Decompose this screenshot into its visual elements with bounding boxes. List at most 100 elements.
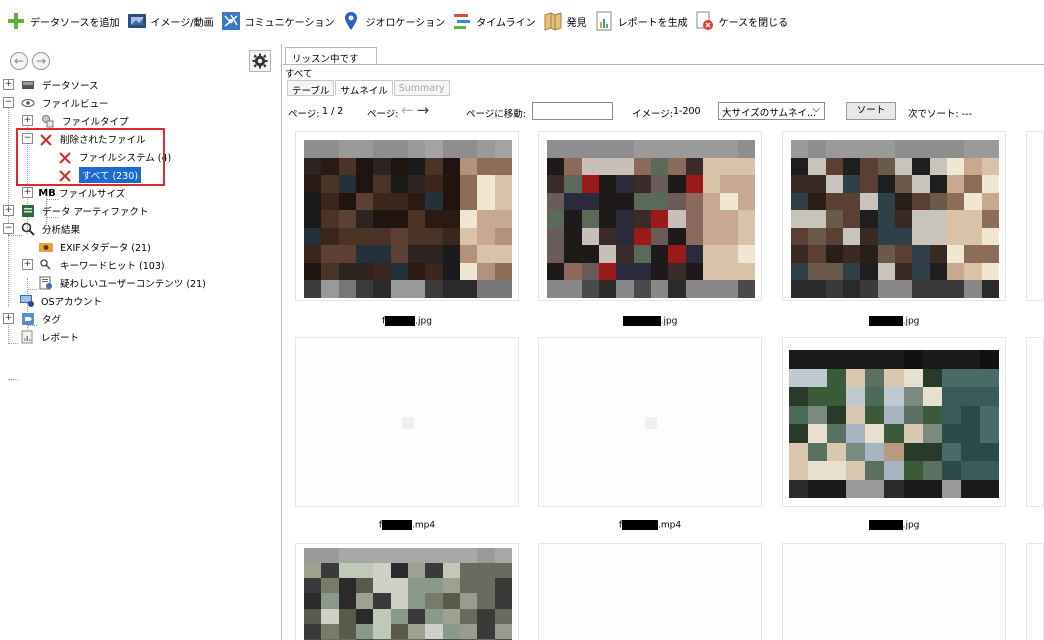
tree-item-label: データソース [42, 81, 99, 92]
thumbnail-image [304, 548, 512, 640]
discovery-button[interactable]: 発見 [543, 6, 587, 36]
arrow-left-icon: ← [13, 54, 25, 68]
os-account-icon [19, 294, 35, 308]
image-video-icon [127, 11, 147, 31]
expand-toggle[interactable]: + [3, 313, 14, 324]
results-tab[interactable]: リッスン中です [285, 47, 377, 65]
suspicious-content-icon [38, 276, 54, 290]
images-videos-button[interactable]: イメージ/動画 [127, 6, 214, 36]
goto-page-label: ページに移動: [466, 109, 527, 120]
tree-item-analysis-results[interactable]: − 分析結果 [0, 220, 80, 238]
tree-item-label: 分析結果 [42, 225, 81, 236]
thumbnail-size-value: 大サイズのサムネイ... [722, 108, 817, 119]
expand-toggle[interactable]: + [22, 115, 33, 126]
tree-item-tags[interactable]: + タグ [0, 310, 61, 328]
artifact-icon [20, 204, 36, 218]
thumbnail-card[interactable] [295, 543, 519, 640]
expand-toggle[interactable]: + [22, 187, 33, 198]
tree-settings-button[interactable] [249, 50, 271, 72]
expand-toggle[interactable]: + [3, 205, 14, 216]
tab-summary[interactable]: Summary [393, 80, 450, 96]
tree-item-file-views[interactable]: − ファイルビュー [0, 94, 109, 112]
close-case-label: ケースを閉じる [718, 17, 789, 29]
page-label: ページ: [288, 109, 320, 120]
thumbnail-image [791, 140, 999, 298]
thumbnail-card[interactable] [782, 543, 1006, 640]
tree-item-label: OSアカウント [41, 297, 103, 308]
thumbnail-card-partial[interactable] [1026, 543, 1044, 640]
report-doc-icon [19, 330, 35, 344]
tree-item-os-accounts[interactable]: OSアカウント [0, 292, 102, 310]
prev-page-button[interactable]: ← [401, 102, 414, 118]
tree-item-keyword-hits[interactable]: + キーワードヒット (103) [0, 256, 165, 274]
generate-report-label: レポートを生成 [617, 17, 688, 29]
expand-toggle[interactable]: + [22, 259, 33, 270]
tab-divider [283, 64, 1044, 65]
back-button[interactable]: ← [10, 52, 28, 70]
highlight-box [16, 128, 165, 186]
tag-icon [20, 312, 36, 326]
thumbnail-card-partial[interactable] [1026, 337, 1044, 507]
data-source-icon [20, 78, 36, 92]
thumbnail-image [547, 140, 755, 298]
add-data-source-label: データソースを追加 [30, 17, 120, 29]
tree-item-reports[interactable]: レポート [0, 328, 79, 346]
thumbnail-caption: .jpg [782, 520, 1006, 531]
gear-icon [252, 53, 268, 69]
next-page-button[interactable]: → [417, 102, 430, 118]
tree-item-data-sources[interactable]: + データソース [0, 76, 99, 94]
thumbnail-card[interactable] [538, 337, 762, 507]
tree-item-label: ファイルタイプ [62, 117, 129, 128]
page-nav: ← → [401, 102, 432, 118]
file-type-icon [40, 114, 56, 128]
tab-thumbnail[interactable]: サムネイル [335, 80, 393, 97]
page-value: 1 / 2 [322, 106, 344, 117]
timeline-button[interactable]: タイムライン [452, 6, 536, 36]
timeline-icon [452, 11, 472, 31]
thumbnail-card[interactable] [782, 131, 1006, 301]
results-panel: リッスン中です すべて テーブル サムネイル Summary ページ: 1 / … [283, 44, 1044, 640]
thumbnail-card[interactable] [782, 337, 1006, 507]
sort-button[interactable]: ソート [846, 102, 896, 120]
close-case-icon [695, 11, 715, 31]
collapse-toggle[interactable]: − [3, 97, 14, 108]
tree-history-nav: ← → [10, 52, 54, 70]
thumbnail-card[interactable] [538, 543, 762, 640]
tree-item-label: EXIFメタデータ (21) [60, 243, 151, 254]
geolocation-label: ジオロケーション [365, 17, 446, 29]
generate-report-button[interactable]: レポートを生成 [594, 6, 688, 36]
communication-icon [221, 11, 241, 31]
thumbnail-card[interactable] [295, 337, 519, 507]
add-data-source-button[interactable]: データソースを追加 [6, 6, 120, 36]
thumbnail-size-select[interactable]: 大サイズのサムネイ... ⌵ [718, 102, 825, 120]
thumbnail-card[interactable] [295, 131, 519, 301]
tree-item-data-artifacts[interactable]: + データ アーティファクト [0, 202, 148, 220]
tree-item-label: ファイルサイズ [59, 189, 126, 200]
communications-button[interactable]: コミュニケーション [221, 6, 335, 36]
geolocation-button[interactable]: ジオロケーション [341, 6, 445, 36]
tree-item-suspicious-content[interactable]: 疑わしいユーザーコンテンツ (21) [0, 274, 206, 292]
tree-item-exif-metadata[interactable]: EXIFメタデータ (21) [0, 238, 151, 256]
tree-item-file-size[interactable]: + MB ファイルサイズ [0, 184, 125, 202]
thumbnail-card-partial[interactable] [1026, 131, 1044, 301]
view-tabs: テーブル サムネイル Summary [287, 80, 451, 97]
tab-table[interactable]: テーブル [287, 80, 335, 97]
geolocation-pin-icon [341, 11, 361, 31]
tree-item-label: ファイルビュー [42, 99, 109, 110]
forward-button[interactable]: → [32, 52, 50, 70]
discovery-icon [543, 11, 563, 31]
camera-icon [38, 240, 54, 254]
images-videos-label: イメージ/動画 [150, 17, 214, 29]
magnifier-icon [20, 222, 36, 236]
collapse-toggle[interactable]: − [3, 223, 14, 234]
video-placeholder-icon [402, 417, 414, 429]
communications-label: コミュニケーション [244, 17, 335, 29]
tree-item-label: 疑わしいユーザーコンテンツ (21) [60, 279, 206, 290]
image-range-label: イメージ: [632, 109, 674, 120]
thumbnail-card[interactable] [538, 131, 762, 301]
report-icon [594, 11, 614, 31]
goto-page-input[interactable] [532, 102, 613, 120]
close-case-button[interactable]: ケースを閉じる [695, 6, 789, 36]
expand-toggle[interactable]: + [3, 79, 14, 90]
thumbnail-caption: .jpg [782, 316, 1006, 327]
